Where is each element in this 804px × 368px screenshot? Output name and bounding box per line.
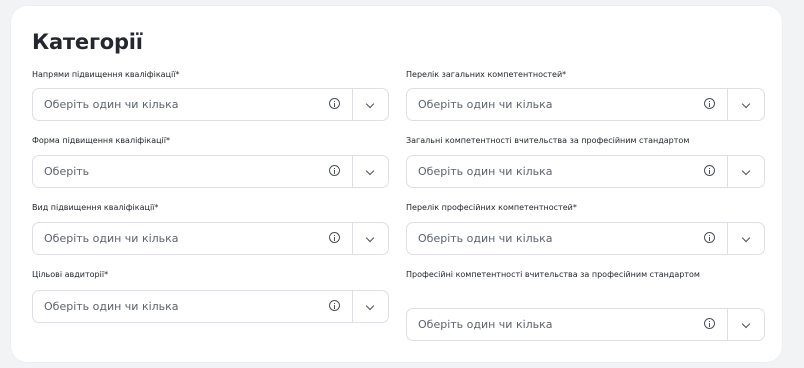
label-professional-competencies: Перелік професійних компетентностей* [406, 203, 577, 212]
label-form: Форма підвищення кваліфікації* [32, 136, 170, 145]
select-general-competencies[interactable]: Оберіть один чи кілька [406, 88, 765, 121]
select-form[interactable]: Оберіть [32, 155, 389, 188]
select-professional-competencies[interactable]: Оберіть один чи кілька [406, 222, 765, 255]
select-placeholder: Оберіть один чи кілька [418, 232, 553, 245]
info-icon[interactable] [704, 165, 715, 176]
select-divider [352, 156, 353, 187]
select-divider [352, 291, 353, 322]
chevron-down-icon[interactable] [741, 319, 751, 329]
select-placeholder: Оберіть один чи кілька [418, 318, 553, 331]
info-icon[interactable] [329, 232, 340, 243]
select-divider [727, 89, 728, 120]
chevron-down-icon[interactable] [741, 99, 751, 109]
chevron-down-icon[interactable] [365, 301, 375, 311]
chevron-down-icon[interactable] [365, 99, 375, 109]
select-divider [727, 156, 728, 187]
select-audiences[interactable]: Оберіть один чи кілька [32, 290, 389, 323]
select-divider [352, 89, 353, 120]
select-placeholder: Оберіть один чи кілька [44, 98, 179, 111]
info-icon[interactable] [329, 300, 340, 311]
info-icon[interactable] [704, 232, 715, 243]
label-general-standard: Загальні компетентності вчительства за п… [406, 136, 690, 145]
chevron-down-icon[interactable] [741, 166, 751, 176]
select-type[interactable]: Оберіть один чи кілька [32, 222, 389, 255]
select-divider [727, 223, 728, 254]
select-general-standard[interactable]: Оберіть один чи кілька [406, 155, 765, 188]
select-placeholder: Оберіть один чи кілька [418, 165, 553, 178]
select-professional-standard[interactable]: Оберіть один чи кілька [406, 308, 765, 341]
select-placeholder: Оберіть один чи кілька [44, 232, 179, 245]
info-icon[interactable] [704, 318, 715, 329]
chevron-down-icon[interactable] [741, 233, 751, 243]
select-placeholder: Оберіть один чи кілька [44, 300, 179, 313]
select-divider [352, 223, 353, 254]
label-audiences: Цільові авдиторії* [32, 270, 109, 279]
section-title: Категорії [32, 30, 143, 54]
select-placeholder: Оберіть [44, 165, 90, 178]
label-directions: Напрями підвищення кваліфікації* [32, 70, 180, 79]
label-type: Вид підвищення кваліфікації* [32, 203, 159, 212]
label-professional-standard: Професійні компетентності вчительства за… [406, 270, 700, 279]
info-icon[interactable] [329, 98, 340, 109]
chevron-down-icon[interactable] [365, 166, 375, 176]
label-general-competencies: Перелік загальних компетентностей* [406, 70, 567, 79]
info-icon[interactable] [704, 98, 715, 109]
select-directions[interactable]: Оберіть один чи кілька [32, 88, 389, 121]
select-divider [727, 309, 728, 340]
chevron-down-icon[interactable] [365, 233, 375, 243]
info-icon[interactable] [329, 165, 340, 176]
select-placeholder: Оберіть один чи кілька [418, 98, 553, 111]
